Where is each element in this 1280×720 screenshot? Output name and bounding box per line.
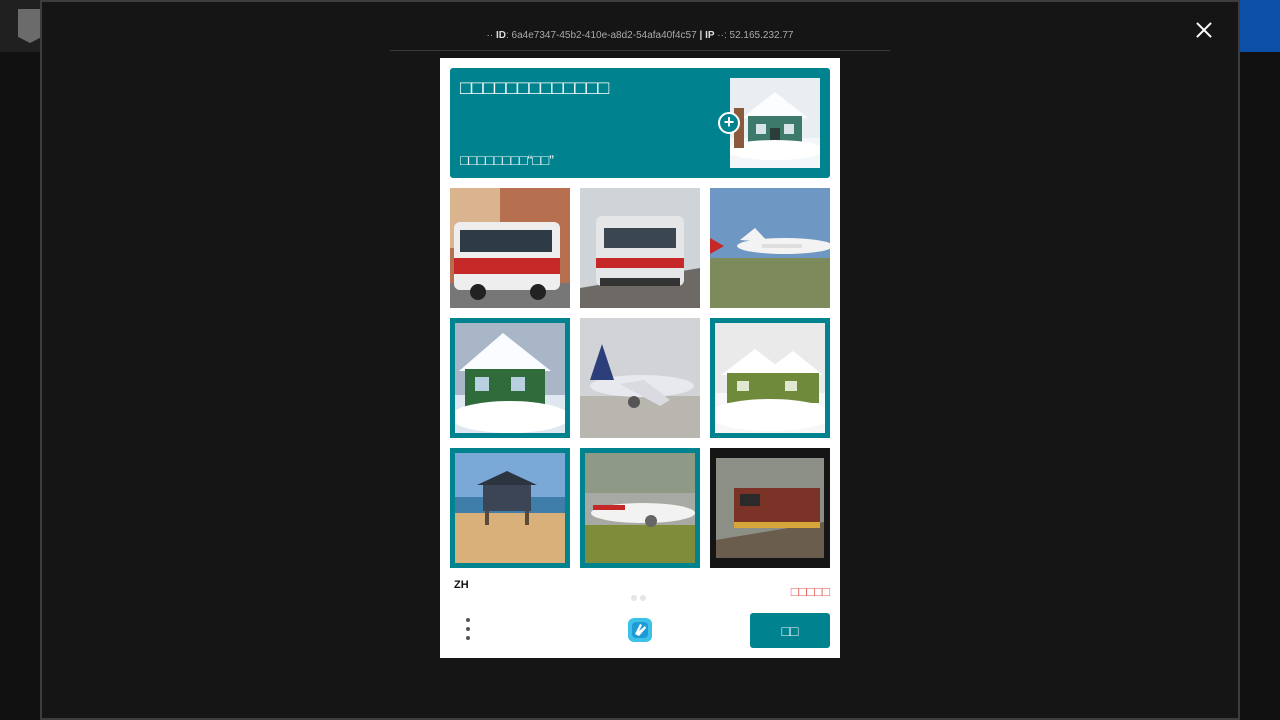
header-action-button[interactable] <box>1238 0 1280 52</box>
image-grid <box>450 188 830 568</box>
ip-value: 52.165.232.77 <box>729 30 794 41</box>
id-value: 6a4e7347-45b2-410e-a8d2-54afa40f4c57 <box>511 30 697 41</box>
challenge-prompt: □□□□□□□□□□□□□ □□□□□□□□“□□” + <box>450 68 830 178</box>
example-image <box>730 78 820 168</box>
image-tile-4[interactable] <box>450 318 570 438</box>
page-indicator <box>631 588 649 606</box>
id-label: ID <box>495 30 506 41</box>
report-link[interactable]: □□□□□ <box>791 584 830 599</box>
id-prefix: ·· <box>486 30 494 41</box>
hcaptcha-card: □□□□□□□□□□□□□ □□□□□□□□“□□” + ZH □□□□□ □□ <box>440 58 840 658</box>
page-dot-1 <box>631 595 637 601</box>
language-selector[interactable]: ZH <box>454 579 469 591</box>
more-options-icon[interactable] <box>464 618 472 644</box>
add-example-icon: + <box>718 112 740 134</box>
page-dot-2 <box>640 595 646 601</box>
image-tile-6[interactable] <box>710 318 830 438</box>
prompt-subtitle: □□□□□□□□“□□” <box>460 152 554 168</box>
meta-separator: | <box>699 30 703 41</box>
meta-divider <box>390 50 890 51</box>
image-tile-3[interactable] <box>710 188 830 308</box>
close-icon[interactable] <box>1192 18 1216 42</box>
image-tile-5[interactable] <box>580 318 700 438</box>
ip-suffix: ··: <box>717 30 727 41</box>
prompt-title: □□□□□□□□□□□□□ <box>460 78 610 99</box>
session-meta: ·· ID: 6a4e7347-45b2-410e-a8d2-54afa40f4… <box>486 30 794 41</box>
image-tile-2[interactable] <box>580 188 700 308</box>
hcaptcha-logo-icon[interactable] <box>624 614 656 646</box>
verify-button[interactable]: □□ <box>750 613 830 648</box>
image-tile-9[interactable] <box>710 448 830 568</box>
ip-label: IP <box>705 30 715 41</box>
epic-games-logo <box>18 9 42 43</box>
image-tile-1[interactable] <box>450 188 570 308</box>
image-tile-7[interactable] <box>450 448 570 568</box>
image-tile-8[interactable] <box>580 448 700 568</box>
